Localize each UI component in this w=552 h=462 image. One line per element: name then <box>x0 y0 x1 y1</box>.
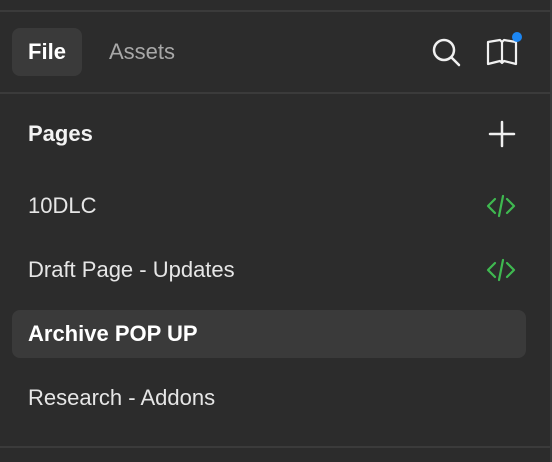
panel-header: File Assets <box>0 12 550 92</box>
page-item-label: Archive POP UP <box>28 321 198 346</box>
page-item-draft-page-updates[interactable]: Draft Page - Updates <box>12 246 526 294</box>
page-item-archive-pop-up[interactable]: Archive POP UP <box>12 310 526 358</box>
plus-icon[interactable] <box>484 116 520 152</box>
code-icon <box>486 192 516 220</box>
pages-title: Pages <box>28 121 93 146</box>
file-panel: File Assets Pages 10DLC Draft Page - Upd… <box>0 0 552 462</box>
header-divider <box>0 92 550 94</box>
search-icon[interactable] <box>428 34 464 70</box>
code-icon <box>486 256 516 284</box>
notification-dot <box>512 32 522 42</box>
tab-file[interactable]: File <box>12 28 82 76</box>
tab-assets[interactable]: Assets <box>96 28 188 76</box>
page-item-research-addons[interactable]: Research - Addons <box>12 374 526 422</box>
page-item-10dlc[interactable]: 10DLC <box>12 182 526 230</box>
library-book-icon[interactable] <box>484 32 522 70</box>
page-item-label: Research - Addons <box>28 385 216 410</box>
bottom-divider <box>0 446 550 448</box>
page-item-label: Draft Page - Updates <box>28 257 235 282</box>
page-item-label: 10DLC <box>28 193 97 218</box>
